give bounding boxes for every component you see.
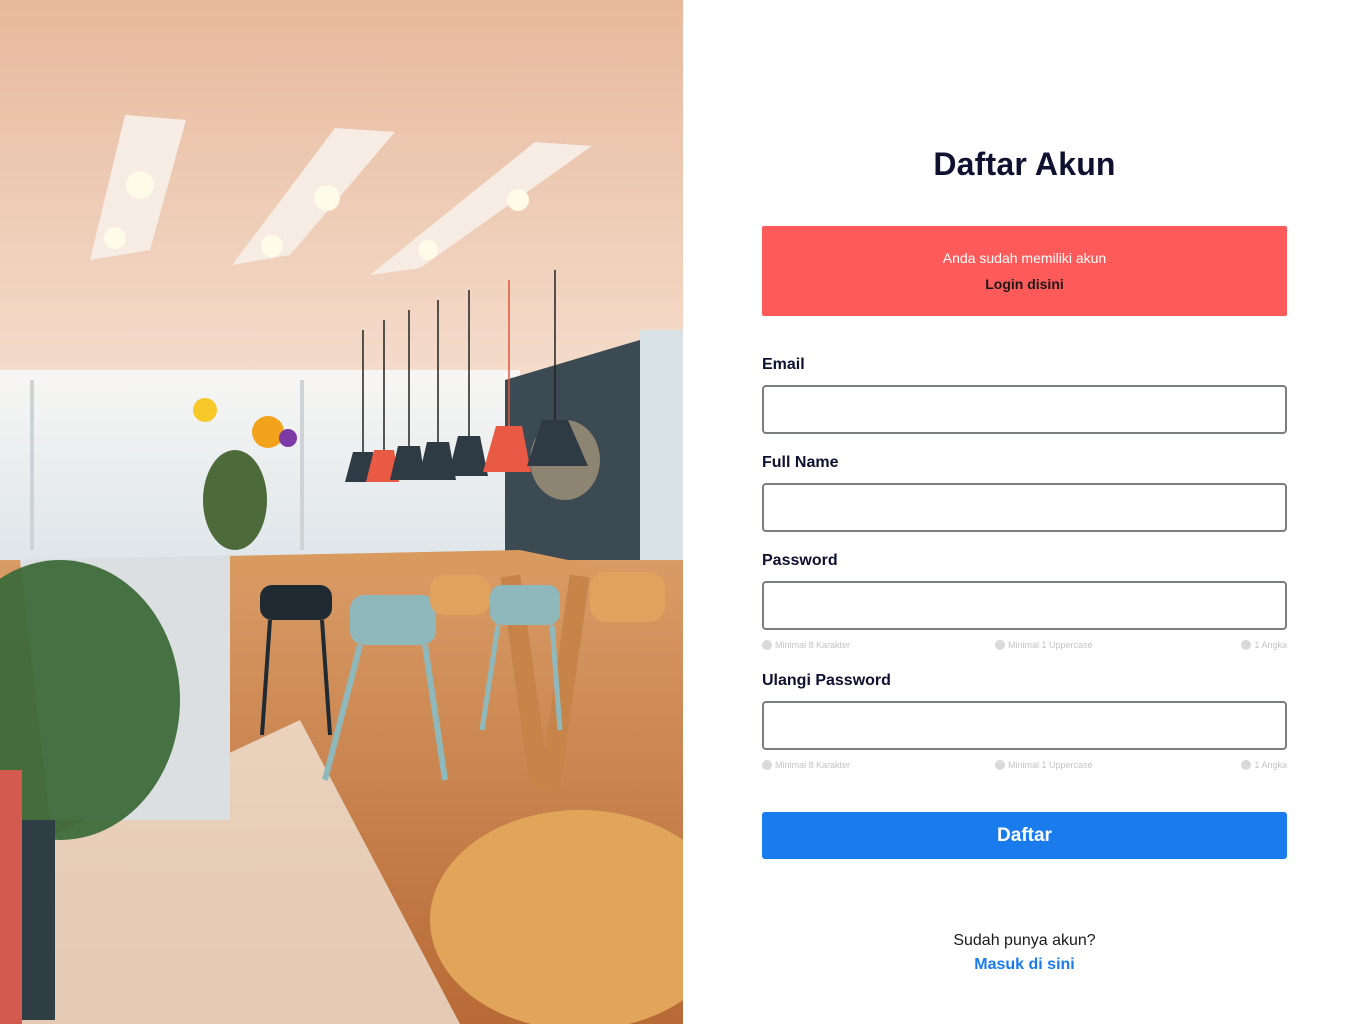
- hint-text: Minimal 1 Uppercase: [1008, 760, 1093, 770]
- hint-text: Minimal 8 Karakter: [775, 640, 851, 650]
- hint-dot-icon: [762, 640, 772, 650]
- hint-min-length: Minimal 8 Karakter: [762, 760, 850, 770]
- alert-login-link[interactable]: Login disini: [762, 276, 1287, 292]
- footer-question: Sudah punya akun?: [953, 932, 1096, 949]
- email-input[interactable]: [762, 385, 1287, 434]
- hint-text: Minimal 8 Karakter: [775, 760, 851, 770]
- hint-text: 1 Angka: [1254, 760, 1287, 770]
- password-input[interactable]: [762, 581, 1287, 630]
- hint-dot-icon: [995, 760, 1005, 770]
- hero-image: [0, 0, 683, 1024]
- hint-uppercase: Minimal 1 Uppercase: [995, 760, 1093, 770]
- full-name-label: Full Name: [762, 454, 839, 471]
- hint-number: 1 Angka: [1241, 640, 1287, 650]
- page-title: Daftar Akun: [933, 146, 1116, 182]
- hint-dot-icon: [1241, 760, 1252, 770]
- hint-dot-icon: [762, 760, 772, 770]
- hint-uppercase: Minimal 1 Uppercase: [995, 640, 1093, 650]
- hint-dot-icon: [1241, 640, 1252, 650]
- password-hints: Minimal 8 Karakter Minimal 1 Uppercase 1…: [762, 640, 1287, 652]
- office-interior-illustration: [0, 0, 683, 1024]
- confirm-password-input[interactable]: [762, 701, 1287, 750]
- hint-number: 1 Angka: [1241, 760, 1287, 770]
- hint-text: Minimal 1 Uppercase: [1008, 640, 1093, 650]
- existing-account-alert: Anda sudah memiliki akun Login disini: [762, 226, 1287, 316]
- hint-min-length: Minimal 8 Karakter: [762, 640, 850, 650]
- register-panel: Daftar Akun Anda sudah memiliki akun Log…: [683, 0, 1366, 1024]
- login-link[interactable]: Masuk di sini: [762, 956, 1287, 974]
- register-button[interactable]: Daftar: [762, 812, 1287, 859]
- confirm-password-hints: Minimal 8 Karakter Minimal 1 Uppercase 1…: [762, 760, 1287, 772]
- full-name-input[interactable]: [762, 483, 1287, 532]
- email-label: Email: [762, 356, 805, 373]
- hint-text: 1 Angka: [1254, 640, 1287, 650]
- alert-message: Anda sudah memiliki akun: [942, 250, 1107, 266]
- hint-dot-icon: [995, 640, 1005, 650]
- confirm-password-label: Ulangi Password: [762, 672, 891, 689]
- password-label: Password: [762, 552, 838, 569]
